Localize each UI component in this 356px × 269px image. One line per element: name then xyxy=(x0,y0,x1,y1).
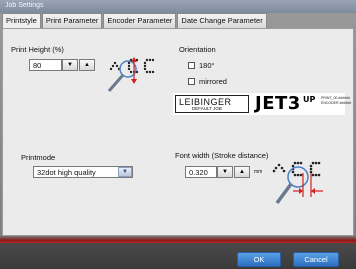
font-width-decrease-button[interactable]: ▼ xyxy=(217,166,233,178)
product-logo: LEIBINGER DEFAULT JOB JET3 UP PRINT_00 #… xyxy=(173,93,351,115)
logo-product: JET3 xyxy=(255,93,301,114)
tab-encoder-parameter[interactable]: Encoder Parameter xyxy=(103,13,177,28)
accent-stripe xyxy=(0,236,356,243)
rotate-180-label: 180° xyxy=(199,61,215,70)
orientation-label: Orientation xyxy=(179,45,216,54)
logo-sub: DEFAULT JOB xyxy=(192,106,222,111)
job-settings-window: Job Settings Printstyle Print Parameter … xyxy=(0,0,356,269)
mirrored-label: mirrored xyxy=(199,77,227,86)
rotate-180-checkbox[interactable] xyxy=(188,62,195,69)
window-title: Job Settings xyxy=(0,0,356,13)
tab-date-change-parameter[interactable]: Date Change Parameter xyxy=(177,13,267,28)
font-width-increase-button[interactable]: ▲ xyxy=(234,166,250,178)
print-height-increase-button[interactable]: ▲ xyxy=(79,59,95,71)
font-width-input[interactable]: 0.320 xyxy=(185,166,217,178)
logo-small-text: PRINT_00 ###### ENCODER ###### xyxy=(321,96,352,105)
printstyle-panel: Print Height (%) 80 ▼ ▲ Orientation 180°… xyxy=(2,28,354,236)
print-height-input[interactable]: 80 xyxy=(29,59,62,71)
tab-printstyle[interactable]: Printstyle xyxy=(2,13,41,29)
mirrored-checkbox[interactable] xyxy=(188,78,195,85)
dot-matrix-height-icon xyxy=(107,57,155,92)
font-width-unit: mm xyxy=(254,169,263,175)
print-height-label: Print Height (%) xyxy=(11,45,64,54)
logo-product-suffix: UP xyxy=(303,95,316,104)
tab-print-parameter[interactable]: Print Parameter xyxy=(41,13,103,28)
font-width-label: Font width (Stroke distance) xyxy=(175,151,269,160)
tab-bar: Printstyle Print Parameter Encoder Param… xyxy=(2,13,268,29)
cancel-button[interactable]: Cancel xyxy=(293,252,339,267)
chevron-down-icon[interactable]: ▼ xyxy=(118,167,132,177)
ok-button[interactable]: OK xyxy=(237,252,281,267)
print-height-decrease-button[interactable]: ▼ xyxy=(62,59,78,71)
dot-matrix-width-icon xyxy=(272,161,323,205)
logo-frame: LEIBINGER DEFAULT JOB xyxy=(175,95,249,113)
printmode-label: Printmode xyxy=(21,153,56,162)
